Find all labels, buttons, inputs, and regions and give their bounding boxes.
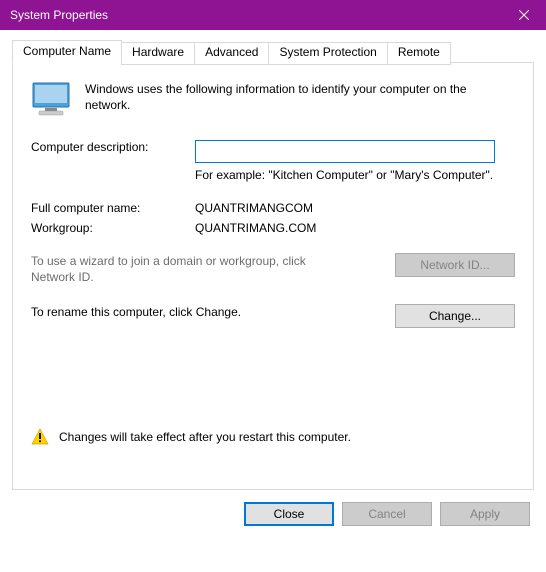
client-area: Computer Name Hardware Advanced System P…	[0, 30, 546, 538]
full-name-row: Full computer name: QUANTRIMANGCOM	[31, 201, 515, 215]
tab-panel-computer-name: Windows uses the following information t…	[12, 62, 534, 490]
workgroup-label: Workgroup:	[31, 221, 195, 235]
change-row: To rename this computer, click Change. C…	[31, 304, 515, 328]
network-id-text: To use a wizard to join a domain or work…	[31, 253, 351, 285]
warning-icon	[31, 428, 49, 446]
tab-strip: Computer Name Hardware Advanced System P…	[12, 40, 534, 63]
tab-system-protection[interactable]: System Protection	[268, 42, 387, 65]
window-title: System Properties	[10, 8, 108, 22]
warning-row: Changes will take effect after you resta…	[31, 428, 515, 446]
tab-advanced[interactable]: Advanced	[194, 42, 269, 65]
workgroup-value: QUANTRIMANG.COM	[195, 221, 515, 235]
network-id-button: Network ID...	[395, 253, 515, 277]
close-icon	[519, 10, 529, 20]
description-label: Computer description:	[31, 140, 195, 154]
dialog-button-bar: Close Cancel Apply	[12, 502, 534, 526]
description-example: For example: "Kitchen Computer" or "Mary…	[195, 167, 515, 183]
titlebar: System Properties	[0, 0, 546, 30]
computer-icon	[31, 81, 71, 120]
tab-remote[interactable]: Remote	[387, 42, 451, 65]
close-button[interactable]: Close	[244, 502, 334, 526]
full-name-label: Full computer name:	[31, 201, 195, 215]
intro-section: Windows uses the following information t…	[31, 81, 515, 120]
cancel-button: Cancel	[342, 502, 432, 526]
network-id-row: To use a wizard to join a domain or work…	[31, 253, 515, 285]
change-button[interactable]: Change...	[395, 304, 515, 328]
description-row: Computer description:	[31, 140, 515, 163]
window-close-button[interactable]	[501, 0, 546, 30]
warning-text: Changes will take effect after you resta…	[59, 430, 351, 444]
change-text: To rename this computer, click Change.	[31, 304, 241, 320]
tab-computer-name[interactable]: Computer Name	[12, 40, 122, 63]
description-input[interactable]	[195, 140, 495, 163]
tab-hardware[interactable]: Hardware	[121, 42, 195, 65]
apply-button: Apply	[440, 502, 530, 526]
full-name-value: QUANTRIMANGCOM	[195, 201, 515, 215]
intro-text: Windows uses the following information t…	[85, 81, 515, 120]
workgroup-row: Workgroup: QUANTRIMANG.COM	[31, 221, 515, 235]
